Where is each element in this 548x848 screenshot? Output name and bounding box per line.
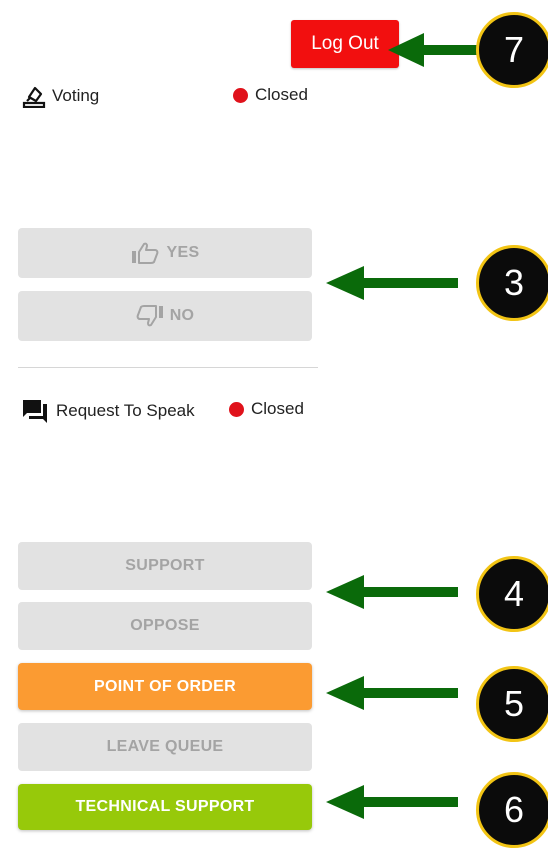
voting-row: Voting <box>22 84 100 109</box>
callout-badge-3: 3 <box>476 245 548 321</box>
section-divider <box>18 367 318 368</box>
request-to-speak-row: Request To Speak <box>22 398 195 424</box>
callout-badge-4: 4 <box>476 556 548 632</box>
voting-status: Closed <box>233 85 308 105</box>
logout-button[interactable]: Log Out <box>291 20 399 68</box>
chat-bubble-icon <box>22 398 48 424</box>
vote-no-button[interactable]: NO <box>18 291 312 341</box>
support-button[interactable]: SUPPORT <box>18 542 312 590</box>
callout-badge-5: 5 <box>476 666 548 742</box>
speak-status: Closed <box>229 399 304 419</box>
leave-queue-button[interactable]: LEAVE QUEUE <box>18 723 312 771</box>
oppose-button[interactable]: OPPOSE <box>18 602 312 650</box>
voting-label: Voting <box>52 86 100 105</box>
callout-arrow-4 <box>326 575 458 609</box>
status-dot-icon <box>229 401 244 417</box>
thumbs-down-icon <box>136 305 166 327</box>
technical-support-button[interactable]: TECHNICAL SUPPORT <box>18 784 312 830</box>
ballot-box-icon <box>22 84 46 109</box>
speak-status-text: Closed <box>251 399 304 418</box>
callout-badge-6: 6 <box>476 772 548 848</box>
vote-yes-button[interactable]: YES <box>18 228 312 278</box>
voting-status-text: Closed <box>255 85 308 104</box>
request-to-speak-label: Request To Speak <box>56 401 195 420</box>
vote-yes-label: YES <box>166 244 200 261</box>
callout-badge-7: 7 <box>476 12 548 88</box>
callout-arrow-5 <box>326 676 458 710</box>
callout-arrow-7 <box>388 33 478 67</box>
thumbs-up-icon <box>131 242 161 264</box>
callout-arrow-6 <box>326 785 458 819</box>
vote-no-label: NO <box>169 307 195 324</box>
callout-arrow-3 <box>326 266 458 300</box>
status-dot-icon <box>233 87 248 103</box>
point-of-order-button[interactable]: POINT OF ORDER <box>18 663 312 710</box>
